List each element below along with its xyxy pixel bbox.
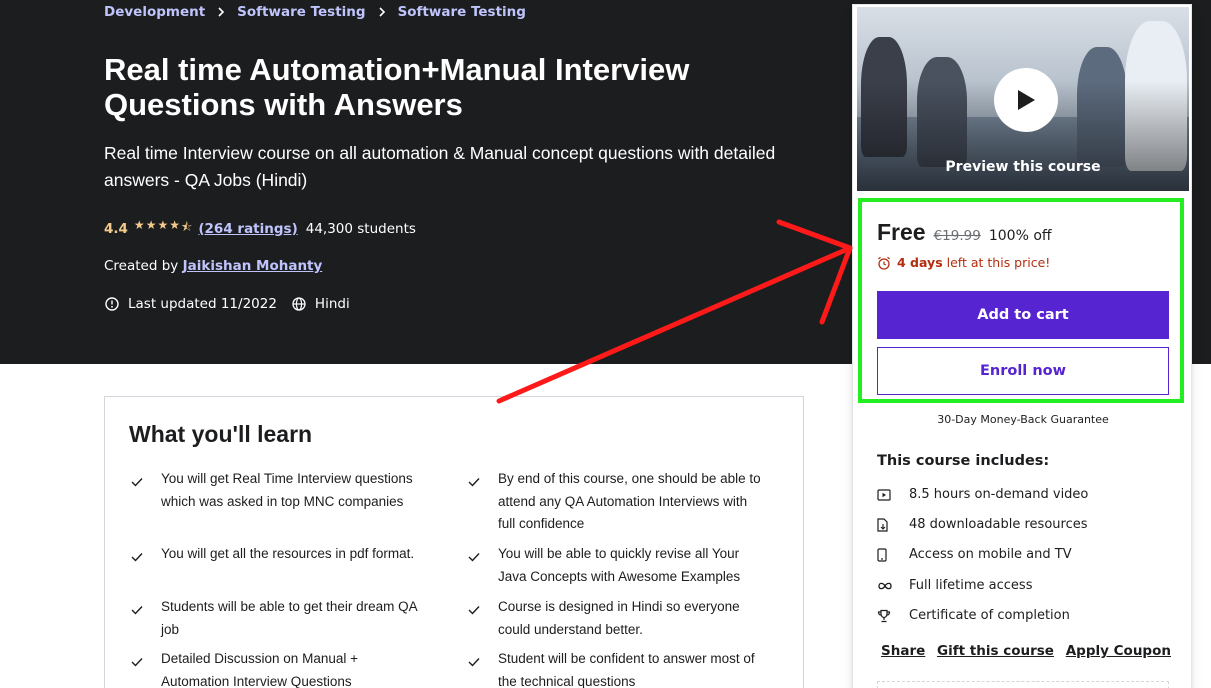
learn-title: What you'll learn [129, 421, 313, 447]
learn-item-text: Students will be able to get their dream… [161, 599, 417, 637]
check-icon [129, 596, 161, 641]
share-link[interactable]: Share [881, 643, 925, 659]
course-meta: Last updated 11/2022 Hindi [104, 296, 350, 312]
created-by-label: Created by [104, 258, 179, 274]
includes-title: This course includes: [877, 453, 1050, 469]
include-item: 48 downloadable resources [877, 517, 1088, 532]
learn-item-text: By end of this course, one should be abl… [498, 471, 761, 531]
star-icon: ★ [145, 218, 157, 232]
include-item: Full lifetime access [877, 578, 1032, 593]
star-icon: ★ [169, 218, 180, 232]
learn-item: You will get all the resources in pdf fo… [129, 543, 429, 570]
video-icon [877, 488, 909, 501]
learn-item: Course is designed in Hindi so everyone … [466, 596, 766, 641]
learn-item: You will be able to quickly revise all Y… [466, 543, 766, 588]
check-icon [466, 648, 498, 688]
breadcrumb-development[interactable]: Development [104, 4, 205, 20]
learn-item-text: You will get Real Time Interview questio… [161, 471, 413, 509]
include-text: 8.5 hours on-demand video [909, 487, 1089, 502]
learn-item: Student will be confident to answer most… [466, 648, 766, 688]
last-updated: Last updated 11/2022 [128, 296, 277, 312]
course-title: Real time Automation+Manual Interview Qu… [104, 52, 690, 122]
enroll-now-button[interactable]: Enroll now [877, 347, 1169, 395]
learn-item: Detailed Discussion on Manual + Automati… [129, 648, 429, 688]
sidebar-links: Share Gift this course Apply Coupon [881, 643, 1171, 659]
globe-icon [292, 297, 306, 311]
price-row: Free €19.99 100% off [877, 219, 1052, 246]
preview-label: Preview this course [945, 159, 1101, 175]
money-back-guarantee: 30-Day Money-Back Guarantee [937, 413, 1109, 426]
rating-row: 4.4 ★ ★ ★ ★ ⯪ (264 ratings) 44,300 stude… [104, 218, 416, 239]
alarm-clock-icon [878, 256, 890, 270]
file-download-icon [877, 517, 909, 532]
infinity-icon [877, 581, 909, 591]
what-youll-learn: What you'll learn You will get Real Time… [104, 396, 804, 688]
learn-item-text: Student will be confident to answer most… [498, 651, 755, 688]
check-icon [466, 543, 498, 588]
author-link[interactable]: Jaikishan Mohanty [183, 258, 323, 274]
current-price: Free [877, 219, 926, 245]
breadcrumb: Development Software Testing Software Te… [104, 4, 526, 20]
breadcrumb-software-testing-topic[interactable]: Software Testing [398, 4, 526, 20]
chevron-right-icon [215, 6, 227, 18]
include-text: Certificate of completion [909, 608, 1070, 623]
breadcrumb-software-testing[interactable]: Software Testing [237, 4, 365, 20]
play-icon [1018, 90, 1035, 110]
check-icon [129, 468, 161, 513]
play-button[interactable] [994, 68, 1058, 132]
discount-percent: 100% off [988, 228, 1052, 244]
star-half-icon: ⯪ [180, 220, 193, 234]
include-item: 8.5 hours on-demand video [877, 487, 1088, 502]
trophy-icon [877, 609, 909, 623]
learn-item-text: Course is designed in Hindi so everyone … [498, 599, 740, 637]
course-preview[interactable]: Preview this course [857, 7, 1189, 191]
include-item: Certificate of completion [877, 608, 1070, 623]
star-icon: ★ [157, 218, 169, 232]
course-language: Hindi [314, 296, 350, 312]
star-icon: ★ [133, 218, 145, 232]
coupon-area [877, 681, 1169, 688]
learn-item-text: You will get all the resources in pdf fo… [161, 546, 415, 561]
deadline-text: left at this price! [946, 255, 1051, 270]
course-subtitle: Real time Interview course on all automa… [104, 143, 776, 190]
learn-item: You will get Real Time Interview questio… [129, 468, 429, 513]
alert-badge-icon [105, 297, 119, 311]
gift-course-link[interactable]: Gift this course [937, 643, 1054, 659]
learn-item: Students will be able to get their dream… [129, 596, 429, 641]
ratings-count-link[interactable]: (264 ratings) [198, 221, 297, 237]
apply-coupon-link[interactable]: Apply Coupon [1066, 643, 1171, 659]
star-rating: ★ ★ ★ ★ ⯪ [134, 218, 192, 239]
include-item: Access on mobile and TV [877, 547, 1072, 562]
include-text: Access on mobile and TV [909, 547, 1072, 562]
check-icon [129, 543, 161, 570]
learn-item: By end of this course, one should be abl… [466, 468, 766, 536]
created-by: Created by Jaikishan Mohanty [104, 258, 322, 274]
students-count: 44,300 students [305, 220, 416, 237]
check-icon [466, 468, 498, 536]
include-text: 48 downloadable resources [909, 517, 1088, 532]
learn-item-text: You will be able to quickly revise all Y… [498, 546, 741, 584]
include-text: Full lifetime access [909, 578, 1033, 593]
add-to-cart-button[interactable]: Add to cart [877, 291, 1169, 339]
deadline-days: 4 days [897, 255, 943, 270]
learn-item-text: Detailed Discussion on Manual + Automati… [161, 651, 358, 688]
chevron-right-icon [376, 6, 388, 18]
purchase-sidebar: Preview this course Free €19.99 100% off… [852, 4, 1192, 688]
check-icon [466, 596, 498, 641]
check-icon [129, 648, 161, 688]
rating-value: 4.4 [104, 220, 128, 237]
price-deadline: 4 days left at this price! [877, 255, 1050, 270]
original-price: €19.99 [933, 228, 981, 244]
mobile-icon [877, 547, 909, 562]
